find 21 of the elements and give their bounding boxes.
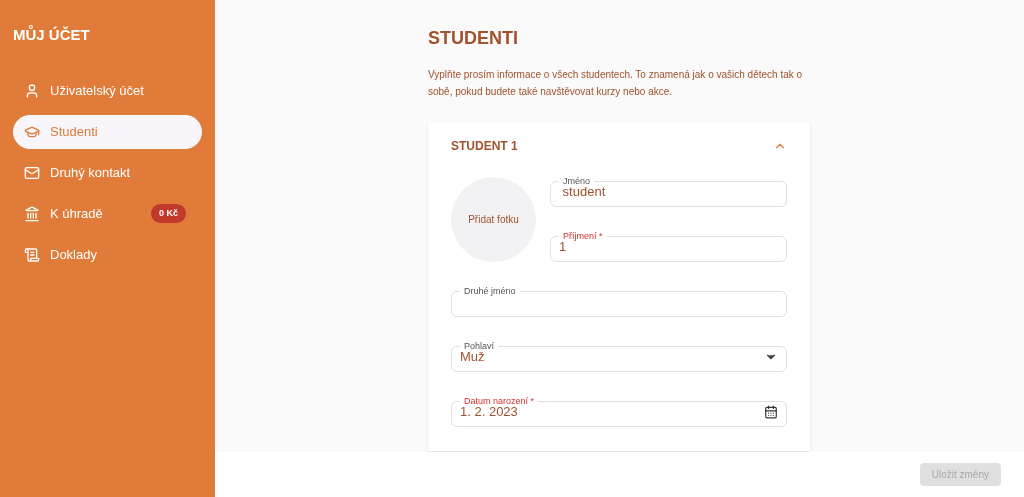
page-title: STUDENTI xyxy=(428,27,519,50)
user-icon xyxy=(24,82,40,99)
mail-icon xyxy=(24,164,40,181)
sidebar-title: MŮJ ÚČET xyxy=(13,24,91,45)
student-header[interactable]: STUDENT 1 xyxy=(451,137,787,155)
amount-badge: 0 Kč xyxy=(151,203,186,224)
add-photo-button[interactable]: Přidat fotku xyxy=(451,177,536,262)
input-field[interactable]: Jméno student xyxy=(550,177,787,207)
select-field[interactable]: Pohlaví Muž xyxy=(451,342,787,372)
calendar-icon xyxy=(764,404,778,419)
bank-icon xyxy=(24,205,40,222)
receipt-icon xyxy=(24,246,40,263)
date-field[interactable]: Datum narození * 1. 2. 2023 xyxy=(451,397,787,427)
input-field[interactable]: Druhé jméno xyxy=(451,287,787,317)
input-field[interactable]: Příjmení * 1 xyxy=(550,232,787,262)
sidebar-item[interactable]: K úhradě 0 Kč xyxy=(13,196,202,231)
sidebar-item[interactable]: Druhý kontakt xyxy=(13,155,202,190)
intro-text: Vyplňte prosím informace o všech studentech. To znamená jak o vašich dětech tak o sobě, pokud budete také navštěvovat kurzy nebo akce. xyxy=(428,68,804,99)
sidebar-item[interactable]: Uživatelský účet xyxy=(13,73,202,108)
sidebar-item[interactable]: Doklady xyxy=(13,237,202,272)
sidebar-item[interactable]: Studenti xyxy=(13,114,202,149)
